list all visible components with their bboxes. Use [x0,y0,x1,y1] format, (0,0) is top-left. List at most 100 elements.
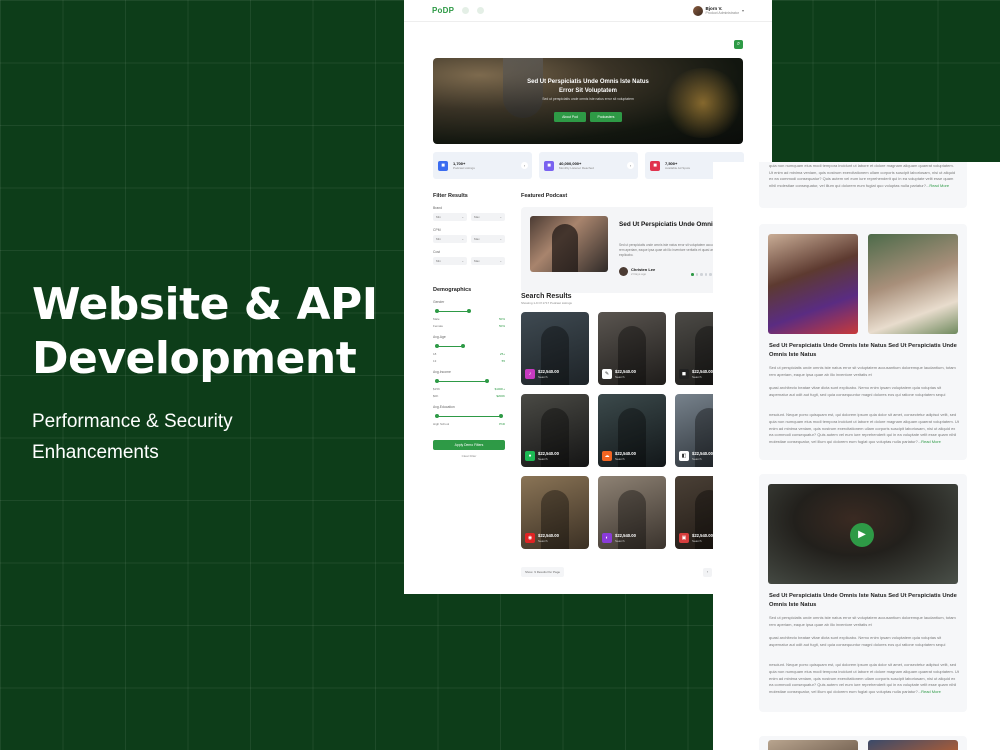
tile-caption: Search [692,539,702,543]
logo[interactable]: PoDP [432,6,454,15]
demographic-key: 18 [433,352,437,356]
carousel-dot[interactable] [704,273,707,276]
demographic-label: Avg.Income [433,370,451,374]
carousel-dot[interactable] [695,273,698,276]
post-time: 2 Days ago [631,272,647,276]
article-paragraph: Sed ut perspiciatis unde omnis iste natu… [769,615,956,627]
banner-subtitle: Sed ut perspiciatis unde omnis iste natu… [542,97,634,101]
chevron-down-icon[interactable]: ▾ [742,8,744,13]
range-max-select[interactable]: Max ⌄ [471,235,505,243]
chevron-right-icon[interactable]: › [521,162,528,169]
video-thumbnail[interactable]: ▶ [768,484,958,584]
carousel-dot[interactable] [691,273,694,276]
filter-title: Filter Results [433,193,468,199]
podcasters-button[interactable]: Podcasters [590,112,622,122]
stat-text: 1,700+ Podcast Listings [453,161,475,170]
demographic-row: 13 55 [433,359,505,363]
podcast-tile[interactable]: ◐ $22,540.00 Search [598,476,666,549]
tile-price: $22,540.00 [538,369,559,374]
slider-track [436,416,502,417]
slider-handle[interactable] [434,309,439,313]
chevron-right-icon[interactable]: › [627,162,634,169]
filter-label: Cost [433,250,440,254]
read-more-link[interactable]: Read More [929,183,949,188]
profile-menu[interactable]: Bjorn V. Product Administrator ▾ [692,5,744,16]
tile-caption: Search [692,375,702,379]
tile-caption: Search [692,457,702,461]
slider-track [436,346,464,347]
tile-price: $22,540.00 [538,533,559,538]
range-max-value: Max [474,237,480,241]
stat-label: Monthly Listener Reached [559,166,594,170]
range-max-select[interactable]: Max ⌄ [471,257,505,265]
filter-label: CPM [433,228,441,232]
avatar [692,5,703,16]
tile-caption: Search [538,539,548,543]
article-paragraph: Nemo. Neque porro quisquam est, qui dolo… [769,162,956,189]
about-pod-button[interactable]: About Pod [554,112,586,122]
demographic-row: $0K $200K [433,394,505,398]
logo-accent: P [448,6,455,15]
tile-price: $22,540.00 [692,451,713,456]
search-button[interactable]: ⌕ [734,40,743,49]
slider-handle[interactable] [467,309,471,313]
demographic-value: 50% [498,324,505,328]
range-min-value: Min [436,237,441,241]
slider-handle[interactable] [434,379,439,383]
tile-price: $22,540.00 [615,451,636,456]
slider-handle[interactable] [485,379,489,383]
apply-filters-button[interactable]: Apply Demo Filters [433,440,505,450]
range-slider[interactable] [433,414,505,419]
read-more-link[interactable]: Read More [921,689,941,694]
slider-handle[interactable] [434,344,439,348]
demographics: Demographics Gender Male 50% Female 50% Avg.A… [433,287,505,426]
podcast-tile[interactable]: ☁ $22,540.00 Search [598,394,666,467]
range-max-select[interactable]: Max ⌄ [471,213,505,221]
article-image [868,740,958,750]
podcast-tile[interactable]: ✎ $22,540.00 Search [598,312,666,385]
carousel-dot[interactable] [709,273,712,276]
podcast-tile[interactable]: ● $22,540.00 Search [521,394,589,467]
header-circle-icon[interactable] [462,7,470,14]
read-more-link[interactable]: Read More [921,439,941,444]
range-min-select[interactable]: Min ⌄ [433,257,467,265]
filter-range: Min ⌄ Max ⌄ [433,235,505,243]
carousel-dot[interactable] [700,273,703,276]
per-page-value: 9 Results Per Page [534,570,561,574]
podcast-tile[interactable]: ♪ $22,540.00 Search [521,312,589,385]
demographic-label: Avg.Age [433,335,446,339]
stat-card[interactable]: ■ 40,000,000+ Monthly Listener Reached › [539,152,638,179]
play-icon[interactable]: ▶ [850,523,874,547]
hero-title: Website & API Development [32,278,392,385]
chevron-down-icon: ⌄ [461,237,464,241]
range-min-select[interactable]: Min ⌄ [433,213,467,221]
show-label: Show [525,570,533,574]
platform-icon: ◉ [525,533,535,543]
range-min-select[interactable]: Min ⌄ [433,235,467,243]
demographic-row: Female 50% [433,324,505,328]
carousel-dots[interactable] [691,273,712,276]
range-max-value: Max [474,215,480,219]
platform-icon: ▣ [679,533,689,543]
article-image [768,740,858,750]
search-title: Search Results [521,293,572,300]
slider-handle[interactable] [461,344,466,348]
range-slider[interactable] [433,379,505,384]
demographic-value: $100K+ [494,387,505,391]
podcast-tile[interactable]: ◉ $22,540.00 Search [521,476,589,549]
stat-card[interactable]: ■ 1,700+ Podcast Listings › [433,152,532,179]
demographic-row: Male 50% [433,317,505,321]
range-slider[interactable] [433,309,505,314]
slider-handle[interactable] [499,414,504,418]
stat-text: 40,000,000+ Monthly Listener Reached [559,161,594,170]
chevron-down-icon: ⌄ [499,215,502,219]
header-circle-icon[interactable] [477,7,485,14]
demographic-key: $15K [433,387,441,391]
per-page-select[interactable]: Show 9 Results Per Page [521,567,565,577]
range-slider[interactable] [433,344,505,349]
clear-filter-link[interactable]: Clear Filter [433,454,505,458]
logo-text: PoD [432,6,449,15]
slider-handle[interactable] [434,414,439,418]
demographic-groups: Gender Male 50% Female 50% Avg.Age 18 25+ 13 55 Av… [433,300,505,426]
page-button[interactable]: ‹ [703,567,712,577]
